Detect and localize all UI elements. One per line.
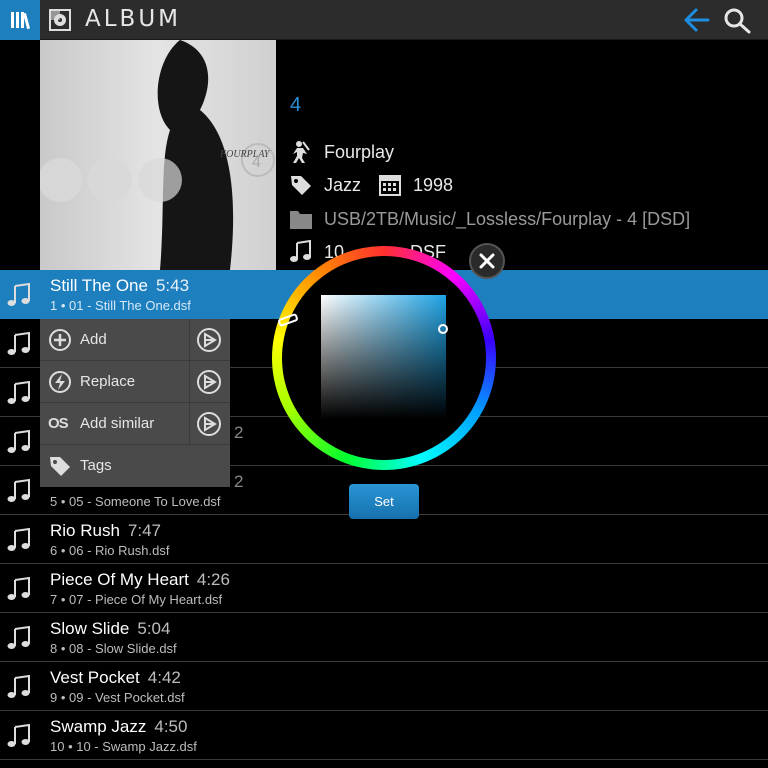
track-row[interactable]: Piece Of My Heart 4:26 7 • 07 - Piece Of M…	[0, 564, 768, 613]
track-subtitle: 9 • 09 - Vest Pocket.dsf	[50, 690, 185, 705]
close-icon	[479, 253, 495, 269]
folder-path: USB/2TB/Music/_Lossless/Fourplay - 4 [DS…	[324, 208, 691, 229]
play-next-icon[interactable]	[196, 411, 222, 437]
close-button[interactable]	[469, 243, 505, 279]
genre-year-line: Jazz 1998	[288, 172, 453, 198]
track-title: Still The One 5:43	[50, 276, 189, 296]
folder-icon	[288, 206, 314, 232]
menu-item-tags[interactable]: Tags	[40, 445, 230, 487]
year-label: 1998	[413, 174, 454, 195]
menu-item-label: Tags	[80, 457, 112, 474]
context-menu: Add Replace OS Add similar Tags	[40, 319, 230, 487]
track-row[interactable]: Rio Rush 7:47 6 • 06 - Rio Rush.dsf	[0, 515, 768, 564]
search-icon[interactable]	[722, 6, 752, 34]
play-next-icon[interactable]	[196, 369, 222, 395]
track-duration: 4:42	[147, 668, 181, 687]
music-note-icon	[6, 478, 32, 504]
menu-item-add-similar[interactable]: OS Add similar	[40, 403, 230, 445]
menu-item-label: Add	[80, 331, 107, 348]
menu-item-replace[interactable]: Replace	[40, 361, 230, 403]
track-row[interactable]: Vest Pocket 4:42 9 • 09 - Vest Pocket.dsf	[0, 662, 768, 711]
track-subtitle: 10 • 10 - Swamp Jazz.dsf	[50, 739, 197, 754]
track-duration: 2	[234, 423, 244, 442]
track-row[interactable]: Slow Slide 5:04 8 • 08 - Slow Slide.dsf	[0, 613, 768, 662]
track-subtitle: 1 • 01 - Still The One.dsf	[50, 298, 191, 313]
music-note-icon	[6, 723, 32, 749]
music-note-icon	[6, 527, 32, 553]
music-note-icon	[6, 282, 32, 308]
cover-text: FOURPLAY	[219, 149, 271, 160]
top-bar: ALBUM	[0, 0, 768, 40]
color-picker	[272, 246, 496, 470]
track-title: Piece Of My Heart 4:26	[50, 570, 230, 590]
menu-item-label: Replace	[80, 373, 136, 390]
back-arrow-icon[interactable]	[682, 6, 712, 34]
lightning-icon	[49, 371, 71, 393]
add-circle-icon	[49, 329, 71, 351]
set-button[interactable]: Set	[349, 484, 419, 519]
music-note-icon	[6, 429, 32, 455]
artist-icon	[288, 139, 314, 165]
track-title-text: Rio Rush	[50, 521, 120, 540]
artist-line[interactable]: Fourplay	[288, 139, 394, 165]
track-subtitle: 5 • 05 - Someone To Love.dsf	[50, 494, 221, 509]
music-note-icon	[6, 625, 32, 651]
track-subtitle: 6 • 06 - Rio Rush.dsf	[50, 543, 170, 558]
saturation-value-square[interactable]	[321, 295, 446, 419]
color-marker[interactable]	[438, 324, 448, 334]
track-duration: 5:43	[155, 276, 190, 295]
music-note-icon	[6, 380, 32, 406]
track-title-text: Slow Slide	[50, 619, 130, 638]
track-subtitle: 8 • 08 - Slow Slide.dsf	[50, 641, 177, 656]
track-duration: 4:50	[154, 717, 188, 736]
page-title: ALBUM	[85, 6, 182, 32]
track-title-text: Piece Of My Heart	[50, 570, 189, 589]
album-icon	[49, 9, 71, 31]
album-cover-art: FOURPLAY 4	[40, 40, 276, 270]
track-duration: 5:04	[137, 619, 171, 638]
album-name: 4	[290, 94, 302, 116]
track-title: Swamp Jazz 4:50	[50, 717, 187, 737]
music-note-icon	[6, 331, 32, 357]
track-title: Vest Pocket 4:42	[50, 668, 181, 688]
track-duration: 2	[234, 472, 244, 491]
path-line: USB/2TB/Music/_Lossless/Fourplay - 4 [DS…	[288, 206, 690, 232]
track-subtitle: 7 • 07 - Piece Of My Heart.dsf	[50, 592, 223, 607]
library-button[interactable]	[0, 0, 40, 40]
track-duration: 4:26	[196, 570, 230, 589]
music-note-icon	[6, 576, 32, 602]
track-title-text: Swamp Jazz	[50, 717, 147, 736]
track-duration: 7:47	[127, 521, 162, 540]
track-title-text: Vest Pocket	[50, 668, 140, 687]
tag-icon	[288, 172, 314, 198]
album-cover[interactable]: FOURPLAY 4	[40, 40, 276, 270]
track-title-text: Still The One	[50, 276, 148, 295]
track-row[interactable]: Swamp Jazz 4:50 10 • 10 - Swamp Jazz.dsf	[0, 711, 768, 760]
menu-item-label: Add similar	[80, 415, 155, 432]
cover-number: 4	[252, 154, 261, 171]
track-title: Slow Slide 5:04	[50, 619, 170, 639]
library-icon	[11, 12, 31, 30]
track-title: Rio Rush 7:47	[50, 521, 161, 541]
menu-item-add[interactable]: Add	[40, 319, 230, 361]
tag-icon	[50, 457, 70, 476]
genre-label[interactable]: Jazz	[324, 175, 361, 196]
lastfm-icon: OS	[48, 415, 69, 432]
music-note-icon	[6, 674, 32, 700]
calendar-icon	[377, 172, 403, 198]
artist-name: Fourplay	[324, 141, 395, 162]
play-next-icon[interactable]	[196, 327, 222, 353]
